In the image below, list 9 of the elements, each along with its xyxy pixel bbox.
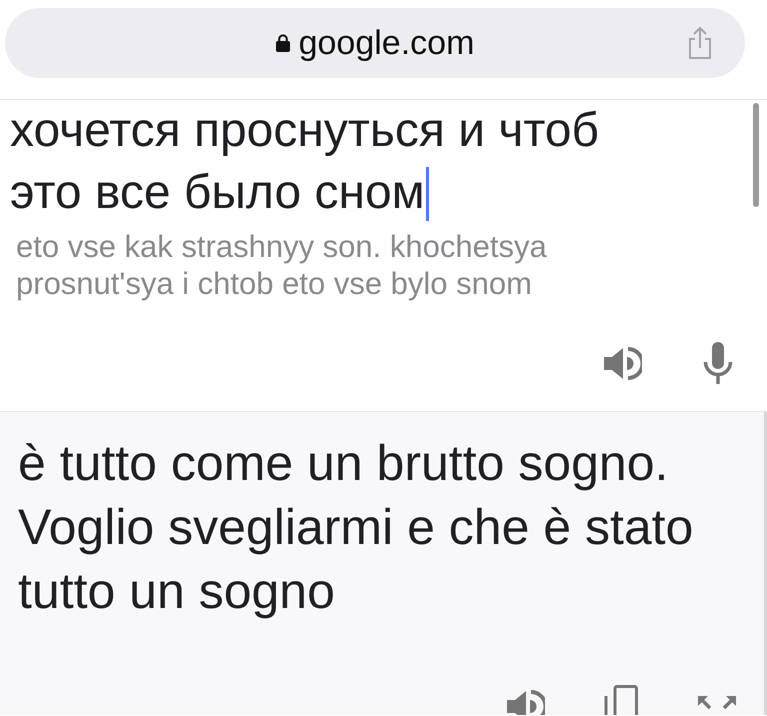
url-text[interactable]: google.com <box>298 23 474 63</box>
copy-icon[interactable] <box>602 685 638 715</box>
speaker-icon[interactable] <box>505 688 545 715</box>
translation-text: è tutto come un brutto sogno. Voglio svegliarmi e che è stato tutto un sogno <box>18 434 694 621</box>
microphone-icon[interactable] <box>703 342 733 384</box>
address-bar[interactable]: google.com <box>5 8 745 78</box>
transliteration-text: eto vse kak strashnyy son. khochetsya prosnut'sya i chtob eto vse bylo snom <box>16 228 548 302</box>
source-text[interactable]: хочется проснуться и чтоб это все было сном <box>10 100 610 224</box>
speaker-icon[interactable] <box>602 344 642 382</box>
